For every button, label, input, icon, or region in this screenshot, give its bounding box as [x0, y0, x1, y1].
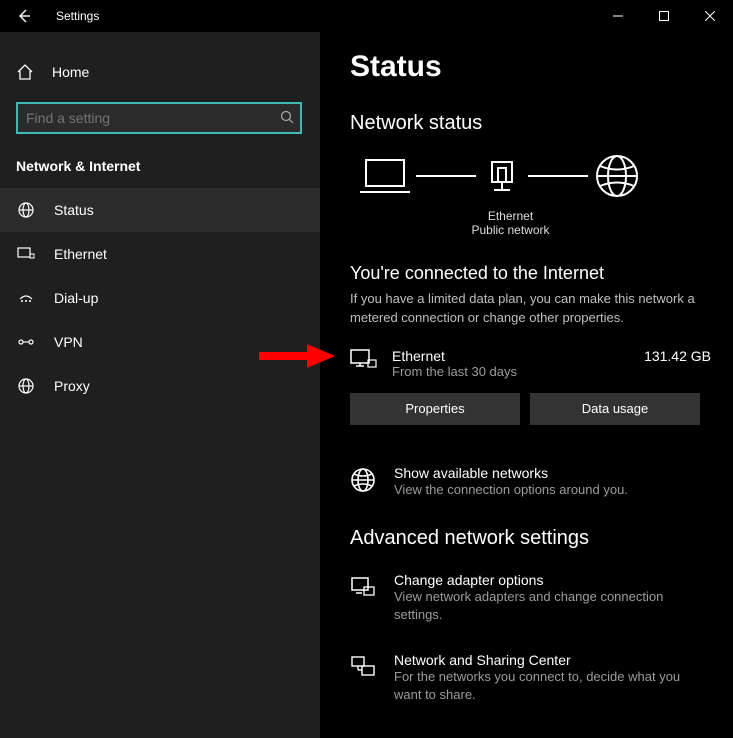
computer-icon	[360, 156, 410, 196]
connection-line	[416, 175, 476, 177]
available-sub: View the connection options around you.	[394, 481, 628, 499]
maximize-button[interactable]	[641, 0, 687, 32]
diagram-mid-sub: Public network	[320, 223, 711, 237]
globe-icon	[350, 465, 378, 493]
connection-headline: You're connected to the Internet	[350, 263, 711, 284]
network-sharing-center[interactable]: Network and Sharing Center For the netwo…	[350, 652, 711, 704]
sidebar-item-label: Proxy	[54, 378, 90, 394]
sharing-sub: For the networks you connect to, decide …	[394, 668, 704, 704]
vpn-icon	[16, 333, 36, 351]
adapter-title: Change adapter options	[394, 572, 704, 588]
advanced-heading: Advanced network settings	[350, 527, 711, 550]
connection-usage: 131.42 GB	[644, 348, 711, 364]
ethernet-icon	[16, 245, 36, 263]
show-available-networks[interactable]: Show available networks View the connect…	[350, 465, 711, 499]
search-input[interactable]	[16, 102, 302, 134]
main-content: Status Network status Ethernet Public ne…	[320, 32, 733, 738]
home-icon	[16, 63, 34, 81]
sidebar-item-label: VPN	[54, 334, 83, 350]
adapter-icon	[350, 572, 378, 600]
globe-icon	[16, 201, 36, 219]
connection-line	[528, 175, 588, 177]
close-button[interactable]	[687, 0, 733, 32]
sidebar-item-label: Ethernet	[54, 246, 107, 262]
sidebar: Home Network & Internet Status	[0, 32, 320, 738]
router-icon	[482, 156, 522, 196]
connection-sub: From the last 30 days	[392, 364, 630, 379]
sidebar-item-proxy[interactable]: Proxy	[0, 364, 320, 408]
dialup-icon	[16, 289, 36, 307]
minimize-button[interactable]	[595, 0, 641, 32]
change-adapter-options[interactable]: Change adapter options View network adap…	[350, 572, 711, 624]
data-usage-button[interactable]: Data usage	[530, 393, 700, 425]
search-icon	[280, 110, 294, 124]
titlebar: Settings	[0, 0, 733, 32]
sharing-title: Network and Sharing Center	[394, 652, 704, 668]
diagram-mid-label: Ethernet	[320, 209, 711, 223]
diagram-labels: Ethernet Public network	[320, 209, 711, 237]
home-nav[interactable]: Home	[0, 52, 320, 92]
connection-row: Ethernet From the last 30 days 131.42 GB	[350, 348, 711, 379]
section-title: Network status	[350, 112, 711, 135]
window-title: Settings	[48, 9, 99, 23]
sidebar-item-dialup[interactable]: Dial-up	[0, 276, 320, 320]
sidebar-item-ethernet[interactable]: Ethernet	[0, 232, 320, 276]
available-title: Show available networks	[394, 465, 628, 481]
category-heading: Network & Internet	[0, 144, 320, 182]
connection-name: Ethernet	[392, 348, 630, 364]
sidebar-item-vpn[interactable]: VPN	[0, 320, 320, 364]
properties-button[interactable]: Properties	[350, 393, 520, 425]
sidebar-item-status[interactable]: Status	[0, 188, 320, 232]
proxy-icon	[16, 377, 36, 395]
adapter-sub: View network adapters and change connect…	[394, 588, 704, 624]
network-diagram	[350, 153, 711, 199]
page-title: Status	[350, 50, 711, 84]
sidebar-item-label: Status	[54, 202, 94, 218]
sharing-icon	[350, 652, 378, 680]
ethernet-icon	[350, 348, 378, 372]
home-label: Home	[52, 64, 89, 80]
sidebar-item-label: Dial-up	[54, 290, 98, 306]
back-button[interactable]	[0, 0, 48, 32]
connection-description: If you have a limited data plan, you can…	[350, 290, 700, 328]
globe-large-icon	[594, 153, 640, 199]
